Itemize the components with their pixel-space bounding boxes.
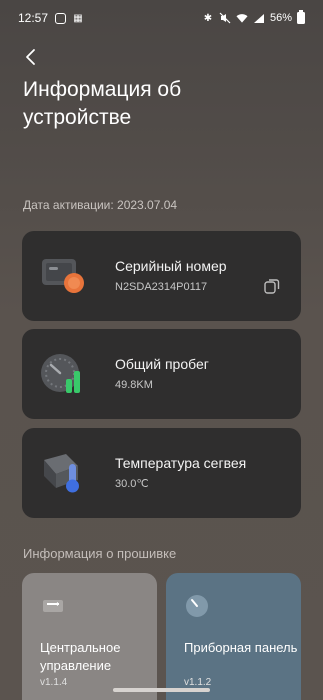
thermometer-icon bbox=[44, 454, 79, 493]
bluetooth-icon: ✱ bbox=[203, 12, 213, 24]
status-bar: 12:57 ▦ ✱ 56% bbox=[0, 0, 323, 36]
signal-icon bbox=[253, 12, 265, 24]
wifi-icon bbox=[236, 12, 248, 24]
segway-temperature-value: 30.0℃ bbox=[115, 478, 149, 490]
device-serial-icon bbox=[42, 259, 84, 293]
total-mileage-title: Общий пробег bbox=[115, 356, 209, 372]
mute-icon bbox=[219, 12, 231, 24]
status-left: 12:57 ▦ bbox=[18, 11, 84, 25]
controller-icon bbox=[43, 600, 63, 612]
status-time: 12:57 bbox=[18, 11, 49, 25]
gauge-icon bbox=[41, 354, 80, 393]
segway-temperature-title: Температура сегвея bbox=[115, 455, 247, 471]
copy-icon[interactable] bbox=[263, 277, 281, 295]
back-button[interactable] bbox=[18, 44, 44, 70]
serial-number-title: Серийный номер bbox=[115, 258, 227, 274]
dashboard-version: v1.1.2 bbox=[184, 677, 212, 688]
central-control-title: Центральное управление bbox=[40, 640, 121, 673]
battery-percent: 56% bbox=[269, 12, 292, 24]
total-mileage-value: 49.8KM bbox=[115, 379, 153, 391]
firmware-section-title: Информация о прошивке bbox=[23, 546, 177, 561]
firmware-tile-central-control[interactable]: Центральное управление v1.1.4 bbox=[22, 573, 157, 700]
central-control-version: v1.1.4 bbox=[40, 677, 68, 688]
chevron-left-icon bbox=[26, 49, 35, 65]
serial-number-text: Серийный номер N2SDA2314P0117 bbox=[115, 257, 227, 294]
firmware-tile-dashboard[interactable]: Приборная панель v1.1.2 bbox=[166, 573, 301, 700]
page-title: Информация об устройстве bbox=[23, 78, 182, 129]
home-indicator[interactable] bbox=[113, 688, 210, 692]
calendar-notification-icon: ▦ bbox=[73, 12, 83, 24]
chat-notification-icon bbox=[54, 12, 66, 24]
segway-temperature-text: Температура сегвея 30.0℃ bbox=[115, 454, 246, 491]
serial-number-card[interactable]: Серийный номер N2SDA2314P0117 bbox=[22, 231, 301, 321]
total-mileage-card[interactable]: Общий пробег 49.8KM bbox=[22, 329, 301, 419]
dashboard-title: Приборная панель bbox=[184, 640, 298, 655]
dashboard-dial-icon bbox=[186, 595, 208, 617]
segway-temperature-card[interactable]: Температура сегвея 30.0℃ bbox=[22, 428, 301, 518]
battery-icon bbox=[297, 10, 305, 24]
total-mileage-text: Общий пробег 49.8KM bbox=[115, 355, 209, 392]
activation-date: Дата активации: 2023.07.04 bbox=[23, 198, 178, 212]
serial-number-value: N2SDA2314P0117 bbox=[115, 281, 208, 293]
status-right: ✱ 56% bbox=[202, 10, 305, 24]
